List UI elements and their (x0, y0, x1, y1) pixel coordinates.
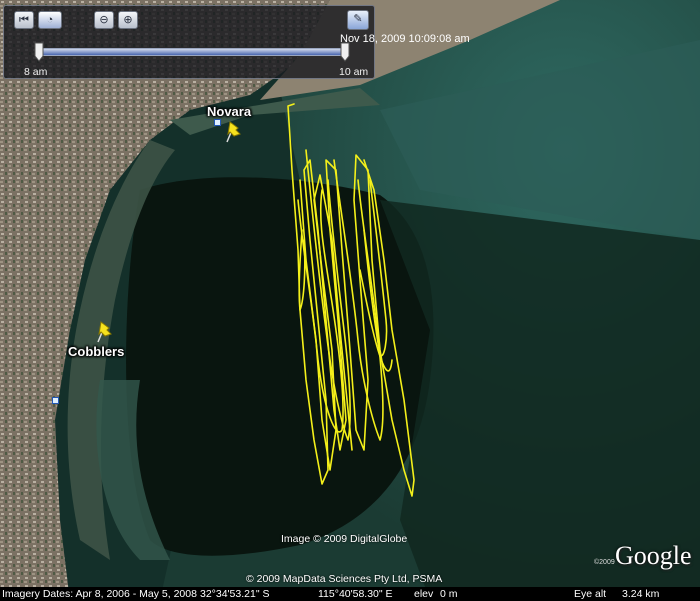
clock-play-icon: ◔ (46, 14, 54, 26)
place-label-novara[interactable]: Novara (207, 104, 251, 119)
place-marker-square (52, 397, 59, 404)
eye-altitude-value: 3.24 km (622, 588, 660, 600)
wrench-icon: ✎ (353, 13, 363, 25)
zoom-in-icon: ⊕ (123, 14, 133, 26)
elevation-label: elev (414, 588, 434, 600)
map-view[interactable]: Novara Cobblers Image © 2009 DigitalGlob… (0, 0, 700, 601)
start-time-label: 8 am (24, 66, 48, 78)
zoom-in-button[interactable]: ⊕ (118, 11, 138, 29)
skip-back-button[interactable]: ⏮ (14, 11, 34, 29)
imagery-credit: Image © 2009 DigitalGlobe (281, 533, 408, 545)
end-time-handle[interactable] (340, 42, 350, 62)
mapdata-credit: © 2009 MapData Sciences Pty Ltd, PSMA (246, 573, 443, 585)
play-button[interactable]: ◔ (38, 11, 62, 29)
longitude-readout: 115°40'58.30" E (318, 588, 393, 600)
logo-copyright: ©2009 (594, 559, 615, 566)
pushpin-icon[interactable] (92, 318, 116, 344)
place-marker-square (214, 119, 221, 126)
zoom-out-button[interactable]: ⊖ (94, 11, 114, 29)
google-logo: Google (615, 541, 692, 570)
start-time-handle[interactable] (34, 42, 44, 62)
current-date: Nov 18, 2009 10:09:08 am (340, 33, 470, 45)
end-time-label: 10 am (339, 66, 369, 78)
time-slider-panel: ⏮ ◔ ⊖ ⊕ ✎ Nov 18, 2009 10:09:08 am 8 am … (3, 5, 470, 79)
status-bar: Imagery Dates: Apr 8, 2006 - May 5, 2008… (0, 587, 700, 601)
time-range-track[interactable] (37, 48, 347, 56)
skip-back-icon: ⏮ (19, 14, 29, 26)
eye-altitude-label: Eye alt (574, 588, 607, 600)
imagery-dates: Imagery Dates: Apr 8, 2006 - May 5, 2008 (2, 588, 197, 600)
gps-track (287, 103, 415, 497)
place-label-cobblers[interactable]: Cobblers (68, 344, 124, 359)
settings-button[interactable]: ✎ (347, 10, 369, 30)
zoom-out-icon: ⊖ (99, 14, 109, 26)
elevation-value: 0 m (440, 588, 458, 600)
pushpin-icon[interactable] (221, 118, 245, 144)
latitude-readout: 32°34'53.21" S (200, 588, 270, 600)
